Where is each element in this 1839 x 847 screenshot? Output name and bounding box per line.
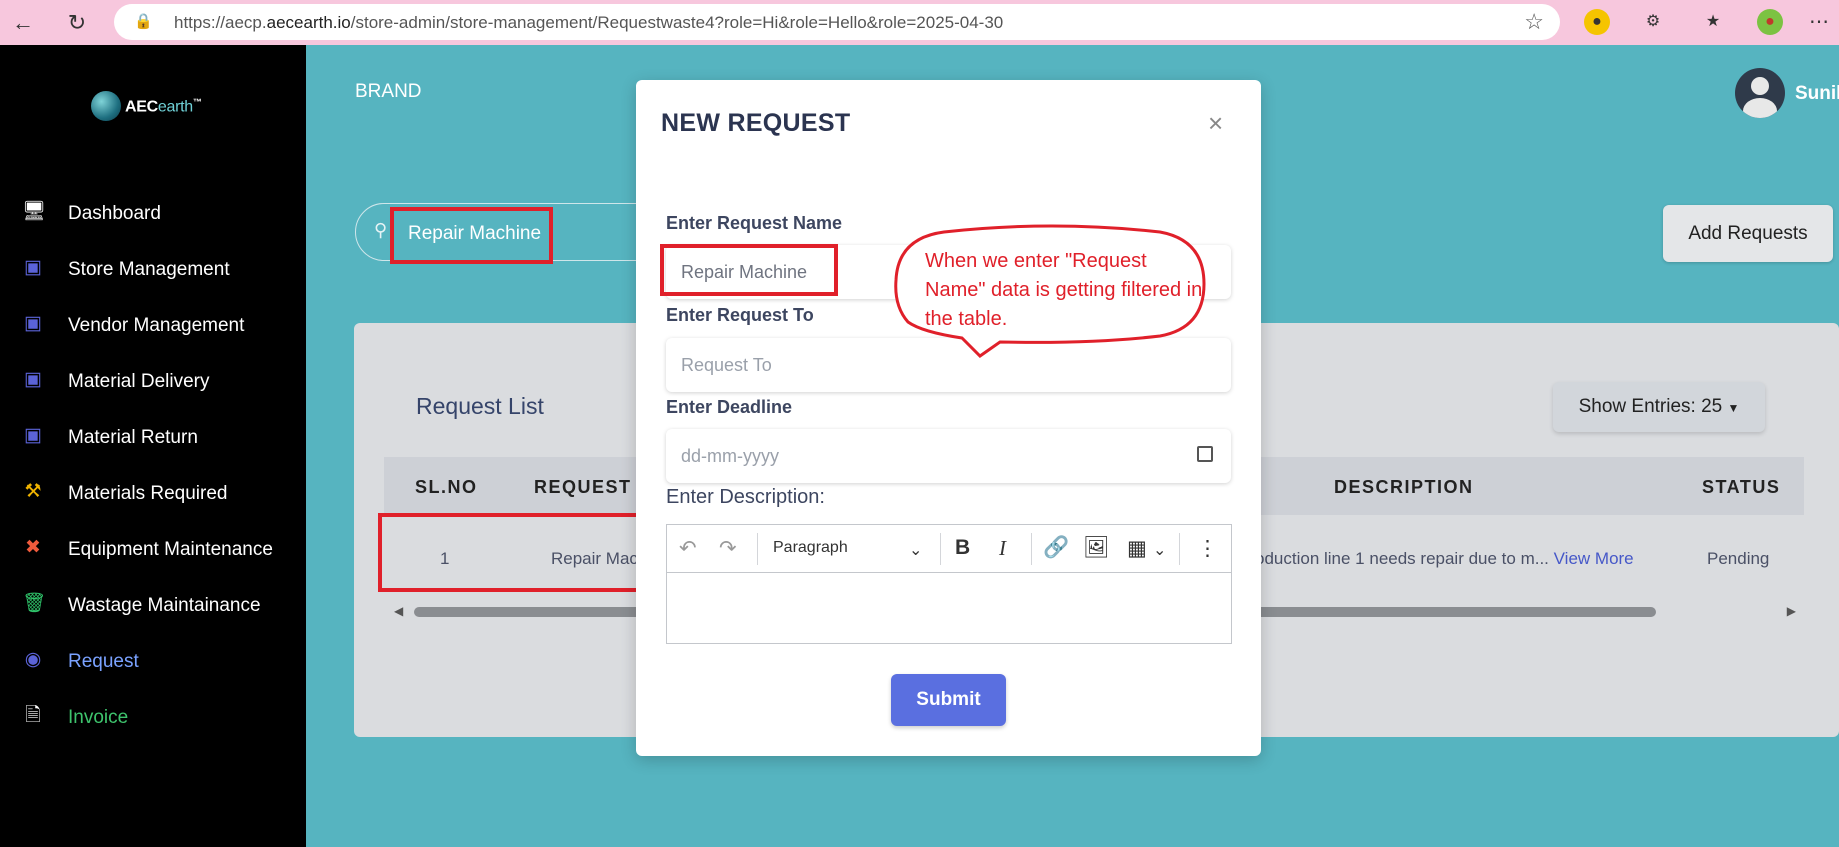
reload-icon[interactable]: ↻ <box>62 8 92 38</box>
table-icon[interactable]: ▦ <box>1127 536 1147 561</box>
submit-button[interactable]: Submit <box>891 674 1006 726</box>
italic-icon[interactable]: I <box>999 536 1006 561</box>
column-header-status: STATUS <box>1702 477 1781 497</box>
logo-text: AECearth™ <box>125 97 202 116</box>
highlight-box-row <box>378 513 640 592</box>
toolbar-divider <box>1179 533 1180 565</box>
store-icon: ▣ <box>24 257 42 278</box>
request-icon: ◉ <box>24 649 42 670</box>
sidebar-item-label: Wastage Maintainance <box>68 595 261 616</box>
sidebar-item-label: Equipment Maintenance <box>68 539 273 560</box>
highlight-box-request-name <box>660 244 838 296</box>
chevron-down-icon[interactable]: ⌄ <box>909 540 922 560</box>
request-to-label: Enter Request To <box>666 305 814 325</box>
annotation-text: When we enter "Request Name" data is get… <box>925 250 1203 330</box>
scroll-left-icon[interactable]: ◀ <box>394 604 403 618</box>
sidebar-item-label: Store Management <box>68 259 230 280</box>
sidebar-item-material-delivery[interactable]: ▣ Material Delivery <box>0 361 306 401</box>
sidebar-item-wastage-maintainance[interactable]: 🗑 Wastage Maintainance <box>0 585 306 625</box>
document-icon: 🗎 <box>25 705 41 726</box>
address-bar[interactable]: 🔒 https://aecp.aecearth.io/store-admin/s… <box>114 4 1560 40</box>
monitor-icon: 🖥 <box>22 201 47 222</box>
avatar[interactable] <box>1735 68 1785 118</box>
globe-icon <box>91 91 121 121</box>
brand-label: BRAND <box>355 81 422 102</box>
toolbar-divider <box>940 533 941 565</box>
sidebar-item-vendor-management[interactable]: ▣ Vendor Management <box>0 305 306 345</box>
sidebar-item-equipment-maintenance[interactable]: ✖ Equipment Maintenance <box>0 529 306 569</box>
bookmark-star-icon[interactable]: ☆ <box>1524 9 1544 35</box>
sidebar-item-label: Material Delivery <box>68 371 210 392</box>
view-more-link[interactable]: View More <box>1554 549 1634 568</box>
sidebar-item-material-return[interactable]: ▣ Material Return <box>0 417 306 457</box>
calendar-icon[interactable] <box>1197 446 1213 462</box>
sidebar-item-invoice[interactable]: 🗎 Invoice <box>0 697 306 737</box>
extension-icon[interactable]: ● <box>1584 9 1610 35</box>
highlight-box-search <box>390 207 553 264</box>
favorites-icon[interactable]: ★ <box>1700 9 1726 35</box>
show-entries-label: Show Entries: 25 <box>1578 396 1723 417</box>
profile-icon[interactable]: ● <box>1757 9 1783 35</box>
chevron-down-icon[interactable]: ⌄ <box>1153 540 1166 560</box>
browser-toolbar: ← ↻ 🔒 https://aecp.aecearth.io/store-adm… <box>0 0 1839 45</box>
close-icon[interactable]: × <box>1208 108 1223 139</box>
bold-icon[interactable]: B <box>955 536 970 560</box>
insert-image-icon[interactable]: 🖼 <box>1083 536 1110 560</box>
paragraph-select[interactable]: Paragraph <box>773 539 848 557</box>
sidebar-item-label: Invoice <box>68 707 129 728</box>
new-request-modal <box>636 80 1261 756</box>
sidebar-item-label: Vendor Management <box>68 315 245 336</box>
cell-status: Pending <box>1707 549 1770 568</box>
sidebar-item-label: Request <box>68 651 139 672</box>
deadline-label: Enter Deadline <box>666 397 793 417</box>
request-to-placeholder: Request To <box>681 355 772 375</box>
sidebar-item-dashboard[interactable]: 🖥 Dashboard <box>0 193 306 233</box>
column-header-description: DESCRIPTION <box>1334 477 1474 497</box>
toolbar-divider <box>1031 533 1032 565</box>
search-icon: ⚲ <box>374 220 388 240</box>
column-header-sl-no: SL.NO <box>415 477 478 497</box>
add-requests-button[interactable]: Add Requests <box>1663 205 1833 262</box>
scroll-right-icon[interactable]: ▶ <box>1787 604 1796 618</box>
sidebar-item-label: Materials Required <box>68 483 228 504</box>
caret-down-icon: ▼ <box>1727 401 1740 415</box>
more-menu-icon[interactable]: ⋯ <box>1806 9 1832 35</box>
request-list-title: Request List <box>416 393 544 419</box>
sidebar-item-materials-required[interactable]: ⚒ Materials Required <box>0 473 306 513</box>
sidebar-item-request[interactable]: ◉ Request <box>0 641 306 681</box>
sidebar-item-label: Dashboard <box>68 203 161 224</box>
sidebar-item-label: Material Return <box>68 427 198 448</box>
description-label: Enter Description: <box>666 486 825 508</box>
description-editor[interactable]: ↶ ↷ Paragraph ⌄ B I 🔗 🖼 ▦ ⌄ ⋮ <box>666 524 1232 644</box>
paragraph-select-label: Paragraph <box>773 539 848 556</box>
lock-icon: 🔒 <box>134 13 153 30</box>
description-text: oduction line 1 needs repair due to m... <box>1255 549 1549 568</box>
url-text: https://aecp.aecearth.io/store-admin/sto… <box>174 13 1004 32</box>
modal-title: NEW REQUEST <box>661 109 851 137</box>
toolbar-divider <box>757 533 758 565</box>
undo-icon[interactable]: ↶ <box>679 536 697 561</box>
cell-description: oduction line 1 needs repair due to m...… <box>1255 549 1634 569</box>
logo[interactable]: AECearth™ <box>91 89 211 123</box>
store-icon: ▣ <box>24 313 42 334</box>
sidebar-item-store-management[interactable]: ▣ Store Management <box>0 249 306 289</box>
back-arrow-icon[interactable]: ← <box>8 8 38 38</box>
show-entries-dropdown[interactable]: Show Entries: 25 ▼ <box>1553 382 1765 432</box>
puzzle-icon[interactable]: ⚙ <box>1640 9 1666 35</box>
more-options-icon[interactable]: ⋮ <box>1197 536 1218 561</box>
tools-icon: ✖ <box>25 537 41 558</box>
deadline-field[interactable]: dd-mm-yyyy <box>666 429 1231 483</box>
link-icon[interactable]: 🔗 <box>1043 536 1069 560</box>
deadline-placeholder: dd-mm-yyyy <box>681 446 779 466</box>
trash-icon: 🗑 <box>22 593 47 614</box>
store-icon: ▣ <box>24 369 42 390</box>
redo-icon[interactable]: ↷ <box>719 536 737 561</box>
user-name[interactable]: Sunil <box>1795 83 1839 105</box>
column-header-request-name: REQUEST N <box>534 477 653 497</box>
hammer-icon: ⚒ <box>24 481 42 502</box>
store-icon: ▣ <box>24 425 42 446</box>
request-name-label: Enter Request Name <box>666 213 843 233</box>
editor-toolbar: ↶ ↷ Paragraph ⌄ B I 🔗 🖼 ▦ ⌄ ⋮ <box>667 525 1231 573</box>
